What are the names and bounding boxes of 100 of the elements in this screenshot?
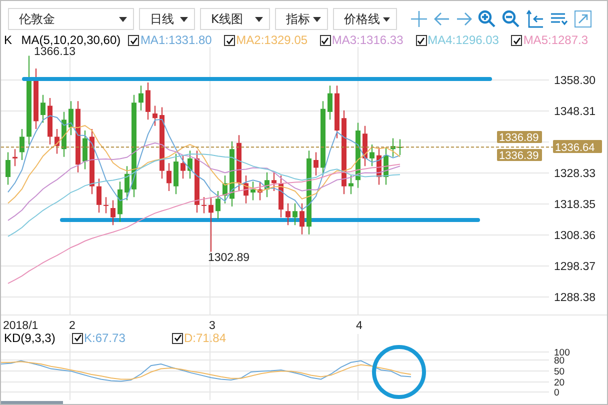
dropdown[interactable]: 日线: [139, 8, 195, 30]
candlestick: [138, 85, 144, 111]
checkbox[interactable]: [172, 332, 183, 344]
chart-symbol: K: [3, 34, 14, 47]
candlestick: [362, 125, 368, 167]
axis-label: 1298.37: [554, 261, 596, 273]
candlestick: [398, 138, 402, 156]
axis-label: 80: [554, 356, 565, 366]
caret-icon: [255, 16, 263, 22]
date-label: 3: [209, 320, 216, 332]
high-price-label: 1366.13: [34, 47, 76, 58]
axis-label: 1308.36: [554, 230, 596, 242]
candlestick: [12, 148, 18, 167]
candlestick: [244, 174, 248, 204]
candlestick: [258, 181, 262, 201]
candlestick: [334, 85, 340, 139]
candlestick: [202, 196, 206, 214]
candlestick: [152, 105, 158, 126]
axis-label: 1358.30: [554, 75, 596, 87]
candlestick: [180, 154, 186, 180]
kd-value: K:67.73: [84, 332, 126, 344]
candlestick: [194, 150, 200, 214]
date-label: 2: [69, 320, 76, 332]
ma-value: MA1:1331.80: [140, 34, 212, 47]
indicator-label: KD(9,3,3): [3, 332, 56, 344]
axis-label: 20: [554, 378, 565, 388]
candlestick: [104, 196, 108, 214]
low-price-label: 1302.89: [208, 252, 250, 264]
candlestick: [278, 174, 284, 218]
kd-value: D:71.84: [184, 332, 226, 344]
candlestick: [62, 111, 66, 158]
scrollbar[interactable]: [1, 401, 63, 404]
checkbox[interactable]: [224, 35, 236, 46]
candlestick: [250, 181, 256, 201]
axis-label: 0: [554, 388, 560, 398]
candlestick: [6, 152, 10, 186]
dropdown[interactable]: 指标: [275, 8, 328, 30]
left-arrow-icon[interactable]: [434, 12, 450, 26]
list-icon[interactable]: [550, 12, 568, 26]
candlestick: [40, 94, 46, 124]
candlestick: [390, 138, 396, 158]
checkbox[interactable]: [72, 332, 83, 344]
dropdown[interactable]: K线图: [200, 8, 270, 30]
candlestick: [370, 144, 374, 167]
indicator-label: MA(5,10,20,30,60): [21, 34, 122, 47]
ma-value: MA5:1287.3: [523, 34, 588, 47]
axis-label: 1348.31: [554, 106, 596, 118]
price-tag: 1336.39: [497, 149, 542, 162]
caret-icon: [180, 16, 188, 22]
candlestick: [110, 200, 116, 226]
axis-label: 1318.35: [554, 199, 596, 211]
candlestick: [356, 122, 360, 188]
dropdown[interactable]: 伦敦金: [8, 8, 134, 30]
candlestick: [328, 85, 332, 120]
candlestick: [384, 147, 388, 186]
candlestick: [118, 181, 122, 222]
checkbox[interactable]: [320, 35, 331, 46]
zoom-out-icon[interactable]: [502, 10, 520, 28]
candlestick: [20, 128, 24, 160]
candlestick: [208, 196, 214, 252]
candlestick: [48, 97, 52, 145]
crosshair-icon[interactable]: [410, 10, 428, 28]
candlestick: [34, 68, 38, 130]
caret-icon: [383, 16, 390, 22]
axis-label: 1288.38: [554, 292, 596, 304]
candlestick: [272, 172, 276, 192]
candlestick: [82, 130, 88, 170]
candlestick: [54, 128, 60, 154]
candlestick: [286, 202, 290, 226]
candlestick: [68, 100, 74, 136]
axis-label: 1328.33: [554, 168, 596, 180]
candlestick: [292, 202, 298, 226]
candlestick: [96, 178, 102, 214]
right-arrow-icon[interactable]: [456, 12, 472, 26]
candlestick: [146, 82, 150, 120]
highlight-circle: [372, 345, 426, 399]
caret-icon: [313, 16, 321, 22]
candlestick: [348, 174, 354, 195]
candlestick: [174, 153, 178, 195]
checkbox[interactable]: [511, 35, 522, 46]
ma-value: MA2:1329.05: [236, 34, 308, 47]
candlestick: [124, 166, 130, 201]
ma-value: MA3:1316.33: [332, 34, 404, 47]
price-tag: 1336.89: [497, 131, 542, 144]
candlestick: [188, 150, 192, 180]
zoom-in-icon[interactable]: [478, 10, 496, 28]
candlestick: [314, 152, 318, 176]
checkbox[interactable]: [416, 35, 427, 46]
checkbox[interactable]: [128, 35, 140, 46]
expand-icon[interactable]: [574, 10, 592, 28]
candlestick: [376, 147, 382, 186]
ma-value: MA4:1296.03: [428, 34, 499, 47]
candlestick: [264, 172, 270, 198]
candlestick: [222, 174, 228, 204]
candlestick: [300, 202, 304, 235]
current-price-tag: 1336.64: [553, 140, 602, 154]
dropdown[interactable]: 价格线: [333, 8, 397, 30]
date-label: 2018/1: [3, 320, 38, 332]
axis-icon[interactable]: [526, 10, 544, 28]
axis-label: 100: [554, 348, 570, 358]
